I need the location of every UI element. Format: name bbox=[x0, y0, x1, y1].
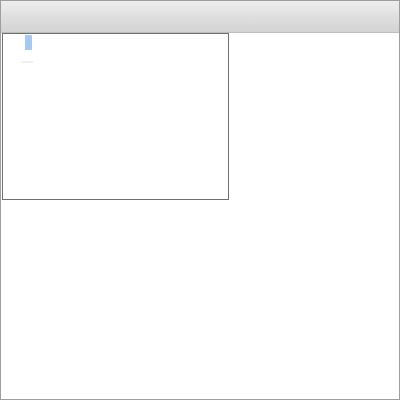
text-editor[interactable] bbox=[2, 33, 229, 200]
faint-text-mark bbox=[21, 61, 33, 63]
app-window bbox=[0, 0, 400, 400]
window-titlebar[interactable] bbox=[1, 1, 399, 33]
text-selection-highlight bbox=[25, 35, 32, 50]
